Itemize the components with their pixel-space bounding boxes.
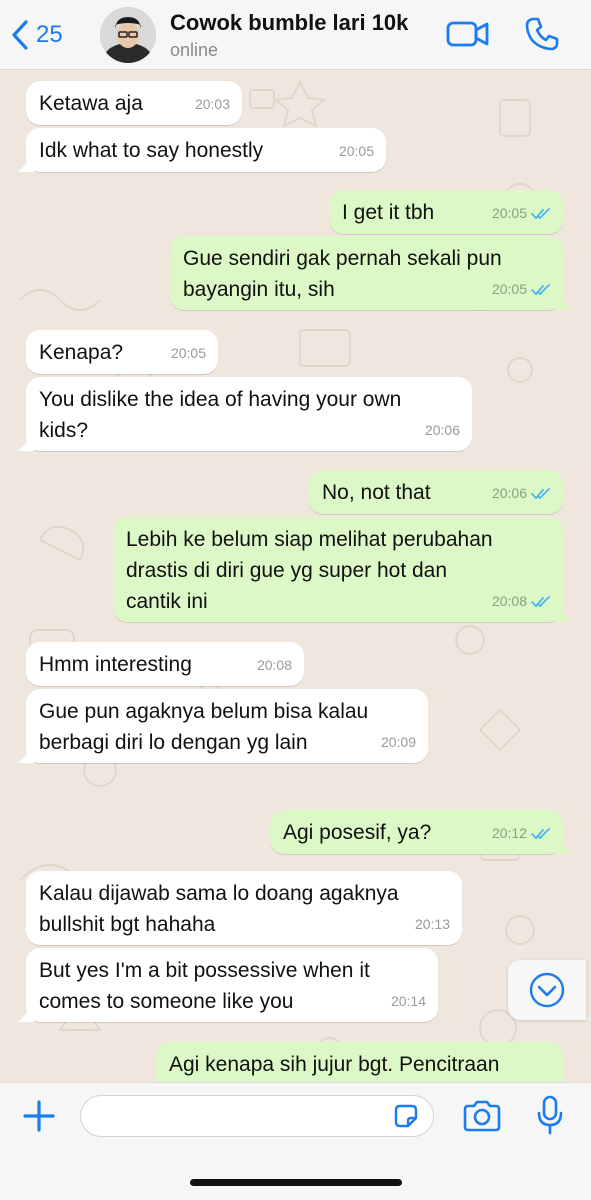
message-time: 20:05 xyxy=(170,345,206,361)
plus-icon[interactable] xyxy=(22,1099,56,1133)
message-time: 20:06 xyxy=(491,485,527,501)
message-bubble-incoming[interactable]: Gue pun agaknya belum bisa kalau berbagi… xyxy=(26,689,428,763)
message-bubble-outgoing[interactable]: Gue sendiri gak pernah sekali pun bayang… xyxy=(170,236,563,310)
chevron-left-icon xyxy=(12,20,28,50)
chat-area[interactable]: Ketawa aja 20:03 Idk what to say honestl… xyxy=(0,70,591,1082)
chat-header: 25 Cowok bumble lari 10k online xyxy=(0,0,591,70)
message-bubble-incoming[interactable]: Kenapa? 20:05 xyxy=(26,330,218,374)
message-time: 20:05 xyxy=(491,281,527,297)
double-check-icon xyxy=(531,487,550,499)
unread-count: 25 xyxy=(36,21,63,48)
message-bubble-outgoing[interactable]: Agi kenapa sih jujur bgt. Pencitraan xyxy=(156,1042,563,1082)
message-bubble-incoming[interactable]: Hmm interesting 20:08 xyxy=(26,642,304,686)
scroll-to-bottom-button[interactable] xyxy=(508,960,586,1020)
video-camera-icon[interactable] xyxy=(446,18,490,50)
message-time: 20:08 xyxy=(491,593,527,609)
message-composer xyxy=(0,1082,591,1200)
message-bubble-incoming[interactable]: You dislike the idea of having your own … xyxy=(26,377,472,451)
message-time: 20:03 xyxy=(194,96,230,112)
message-bubble-incoming[interactable]: Kalau dijawab sama lo doang agaknya bull… xyxy=(26,871,462,945)
message-text: Agi kenapa sih jujur bgt. Pencitraan xyxy=(169,1053,500,1076)
message-time: 20:14 xyxy=(390,993,426,1009)
message-time: 20:08 xyxy=(256,657,292,673)
message-bubble-outgoing[interactable]: I get it tbh 20:05 xyxy=(329,190,563,234)
message-input[interactable] xyxy=(80,1095,434,1137)
message-text: You dislike the idea of having your own … xyxy=(39,388,402,442)
message-bubble-incoming[interactable]: But yes I'm a bit possessive when it com… xyxy=(26,948,438,1022)
contact-status: online xyxy=(170,40,219,60)
double-check-icon xyxy=(531,283,550,295)
message-time: 20:13 xyxy=(414,916,450,932)
double-check-icon xyxy=(531,207,550,219)
message-time: 20:09 xyxy=(380,734,416,750)
message-time: 20:06 xyxy=(424,422,460,438)
message-text: Idk what to say honestly xyxy=(39,139,264,162)
message-bubble-outgoing[interactable]: Agi posesif, ya? 20:12 xyxy=(270,810,563,854)
message-bubble-incoming[interactable]: Idk what to say honestly 20:05 xyxy=(26,128,386,172)
double-check-icon xyxy=(531,827,550,839)
back-button[interactable]: 25 xyxy=(10,17,63,53)
double-check-icon xyxy=(531,595,550,607)
avatar[interactable] xyxy=(100,7,156,63)
camera-icon[interactable] xyxy=(462,1099,502,1133)
message-text: Lebih ke belum siap melihat perubahan dr… xyxy=(126,528,493,613)
microphone-icon[interactable] xyxy=(536,1095,564,1135)
message-text: Kalau dijawab sama lo doang agaknya bull… xyxy=(39,882,399,936)
message-time: 20:05 xyxy=(338,143,374,159)
message-text: Gue pun agaknya belum bisa kalau berbagi… xyxy=(39,700,369,754)
message-time: 20:12 xyxy=(491,825,527,841)
message-bubble-outgoing[interactable]: No, not that 20:06 xyxy=(309,470,563,514)
message-bubble-outgoing[interactable]: Lebih ke belum siap melihat perubahan dr… xyxy=(113,517,563,622)
message-time: 20:05 xyxy=(491,205,527,221)
message-text: But yes I'm a bit possessive when it com… xyxy=(39,959,370,1013)
message-text: Hmm interesting xyxy=(39,653,192,676)
chevron-down-icon xyxy=(529,972,565,1008)
home-indicator xyxy=(190,1179,402,1186)
contact-name[interactable]: Cowok bumble lari 10k xyxy=(170,10,408,36)
message-bubble-incoming[interactable]: Ketawa aja 20:03 xyxy=(26,81,242,125)
sticker-icon[interactable] xyxy=(392,1102,420,1130)
phone-icon[interactable] xyxy=(524,16,560,52)
